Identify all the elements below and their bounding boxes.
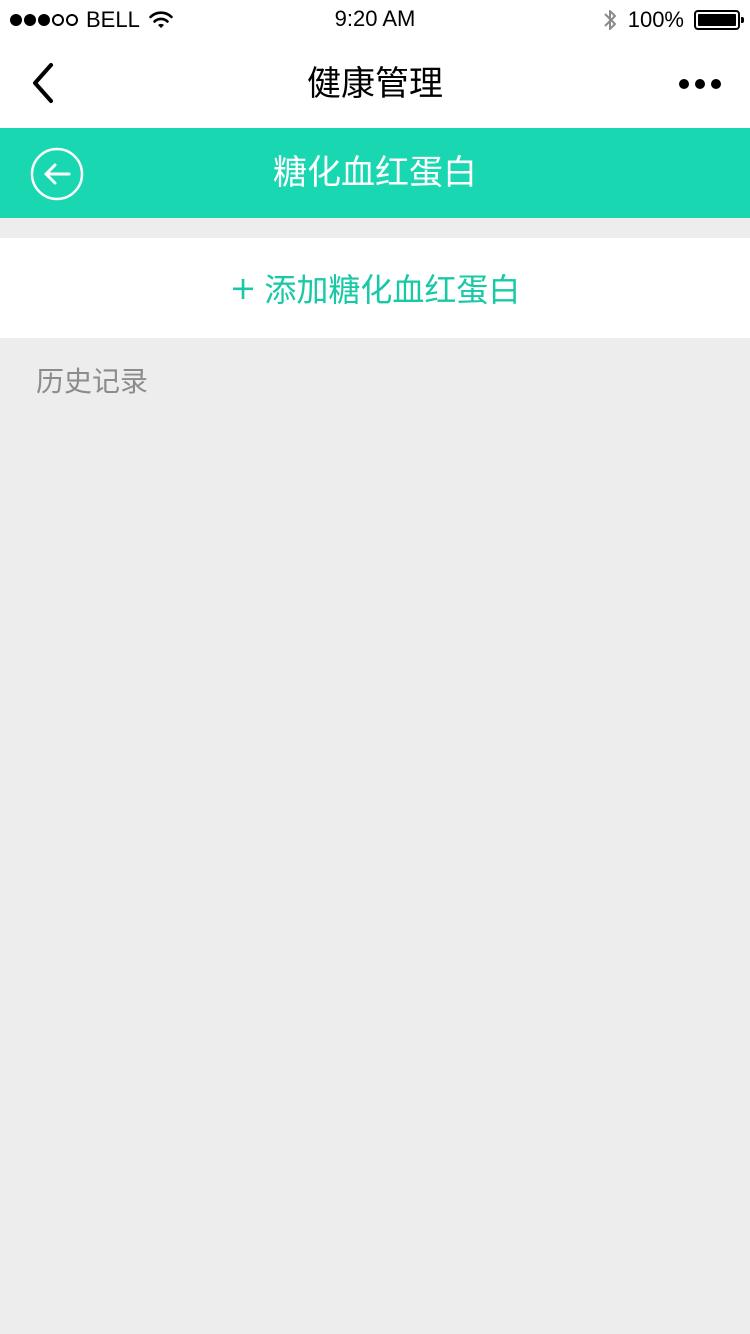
- status-bar: BELL 9:20 AM 100%: [0, 0, 750, 40]
- nav-title: 健康管理: [307, 64, 443, 104]
- status-right: 100%: [602, 6, 744, 34]
- add-hba1c-button[interactable]: + 添加糖化血红蛋白: [0, 238, 750, 338]
- plus-icon: +: [229, 269, 257, 307]
- battery-icon: [694, 10, 744, 30]
- more-dots-icon: [679, 79, 689, 89]
- add-hba1c-label: 添加糖化血红蛋白: [264, 271, 521, 309]
- more-dots-icon: [711, 79, 721, 89]
- bluetooth-icon: [604, 10, 616, 30]
- history-section-title: 历史记录: [36, 365, 149, 398]
- more-dots-icon: [695, 79, 705, 89]
- battery-percent: 100%: [627, 7, 684, 32]
- page-title: 糖化血红蛋白: [273, 153, 477, 193]
- page-header: 糖化血红蛋白: [0, 128, 750, 218]
- nav-bar: 健康管理: [0, 40, 750, 128]
- more-menu-button[interactable]: [670, 62, 730, 106]
- battery-fill: [698, 14, 736, 26]
